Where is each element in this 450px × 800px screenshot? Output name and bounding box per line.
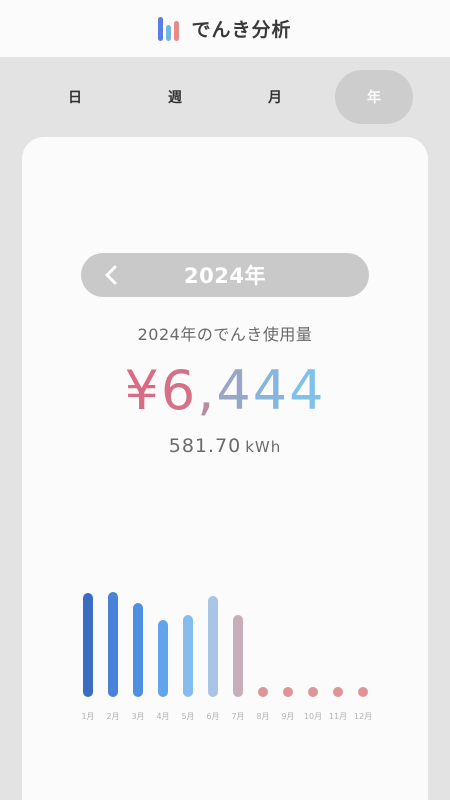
app-header: でんき分析 — [0, 0, 450, 57]
tab-week[interactable]: 週 — [136, 70, 214, 124]
bar-chart-logo-icon — [158, 16, 180, 41]
tab-day-label: 日 — [68, 90, 82, 106]
chart-dot[interactable] — [308, 687, 318, 697]
chart-bar[interactable] — [158, 620, 168, 697]
chevron-left-icon[interactable] — [95, 259, 127, 291]
tab-year-label: 年 — [367, 90, 381, 106]
usage-amount-char: , — [197, 359, 217, 422]
chart-bar[interactable] — [208, 596, 218, 697]
tab-month[interactable]: 月 — [236, 70, 314, 124]
chart-bar[interactable] — [233, 614, 243, 697]
chart-bar[interactable] — [133, 603, 143, 697]
usage-amount-char: 4 — [289, 359, 326, 422]
chart-dot[interactable] — [333, 687, 343, 697]
year-navigator: 2024年 — [81, 253, 369, 297]
year-label: 2024年 — [184, 264, 266, 288]
app-title: でんき分析 — [191, 19, 292, 41]
usage-amount: ¥6,444 — [22, 359, 428, 423]
usage-amount-char: ¥ — [124, 359, 161, 422]
chart-bar[interactable] — [83, 593, 93, 697]
chart-dot[interactable] — [283, 687, 293, 697]
kwh-value: 581.70 — [168, 435, 242, 457]
tab-year[interactable]: 年 — [335, 70, 413, 124]
period-tabs: 日 週 月 年 — [0, 70, 450, 124]
chart-dot[interactable] — [358, 687, 368, 697]
chart-month-label: 12月 — [353, 712, 373, 721]
tab-week-label: 週 — [168, 90, 182, 106]
chart-dot[interactable] — [258, 687, 268, 697]
usage-amount-char: 6 — [160, 359, 198, 422]
usage-amount-char: 4 — [252, 359, 290, 422]
usage-caption: 2024年のでんき使用量 — [137, 325, 313, 344]
chart-bar[interactable] — [183, 614, 193, 697]
tab-day[interactable]: 日 — [36, 70, 114, 124]
usage-card: 2024年 2024年のでんき使用量 ¥6,444 581.70 kWh 1月 2月… — [22, 137, 428, 800]
monthly-usage-chart: 1月 2月 3月 4月 5月 6月 7月 8月 9月 10月 11月 12月 — [22, 577, 428, 727]
kwh-unit: kWh — [245, 438, 282, 456]
tab-month-label: 月 — [268, 90, 282, 106]
usage-kwh: 581.70 kWh — [22, 435, 428, 457]
usage-amount-char: 4 — [216, 359, 253, 422]
chart-bar[interactable] — [108, 592, 118, 697]
